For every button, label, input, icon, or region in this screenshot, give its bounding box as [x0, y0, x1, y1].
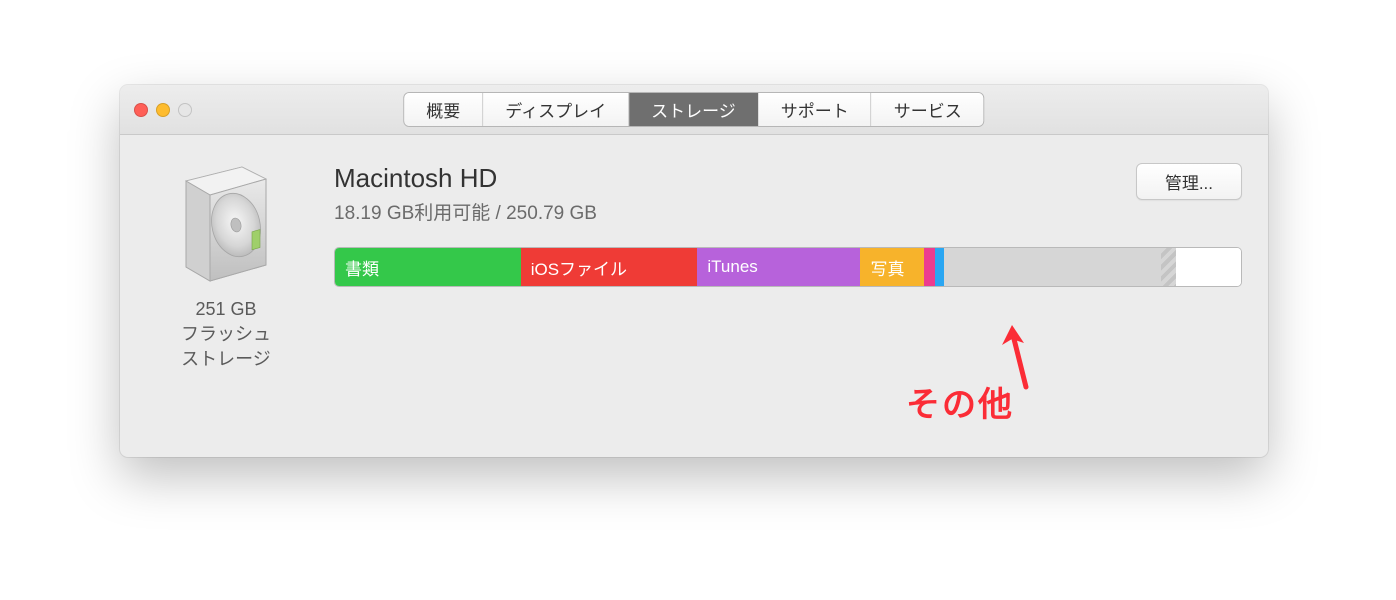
content-area: 251 GB フラッシュ ストレージ Macintosh HD 18.19 GB… [120, 135, 1268, 393]
close-icon[interactable] [134, 103, 148, 117]
segment-misc-pink[interactable] [924, 248, 935, 286]
storage-bar: 書類 iOSファイル iTunes 写真 [334, 247, 1242, 287]
tab-storage[interactable]: ストレージ [629, 93, 759, 126]
zoom-icon[interactable] [178, 103, 192, 117]
segment-purgeable[interactable] [1161, 248, 1175, 286]
disk-usage-text: 18.19 GB利用可能 / 250.79 GB [334, 198, 597, 225]
tab-support[interactable]: サポート [759, 93, 872, 126]
segment-misc-blue[interactable] [935, 248, 944, 286]
segment-documents[interactable]: 書類 [335, 248, 521, 286]
drive-summary: 251 GB フラッシュ ストレージ [146, 163, 306, 373]
manage-button[interactable]: 管理... [1136, 163, 1242, 200]
tab-service[interactable]: サービス [872, 93, 984, 126]
drive-icon [146, 163, 306, 283]
tab-overview[interactable]: 概要 [404, 93, 483, 126]
segment-free [1176, 248, 1241, 286]
drive-capacity: 251 GB [146, 297, 306, 322]
window-controls [134, 103, 192, 117]
tab-display[interactable]: ディスプレイ [483, 93, 629, 126]
annotation-label: その他 [906, 377, 1014, 426]
minimize-icon[interactable] [156, 103, 170, 117]
segment-ios[interactable]: iOSファイル [521, 248, 698, 286]
segment-itunes[interactable]: iTunes [697, 248, 860, 286]
segment-photos[interactable]: 写真 [860, 248, 923, 286]
segment-other[interactable] [944, 248, 1161, 286]
about-this-mac-window: 概要 ディスプレイ ストレージ サポート サービス [120, 85, 1268, 457]
titlebar: 概要 ディスプレイ ストレージ サポート サービス [120, 85, 1268, 135]
tab-bar: 概要 ディスプレイ ストレージ サポート サービス [403, 92, 984, 127]
storage-detail: Macintosh HD 18.19 GB利用可能 / 250.79 GB 管理… [334, 163, 1242, 373]
drive-type-line1: フラッシュ [146, 322, 306, 347]
disk-name: Macintosh HD [334, 163, 597, 194]
drive-type-line2: ストレージ [146, 347, 306, 372]
